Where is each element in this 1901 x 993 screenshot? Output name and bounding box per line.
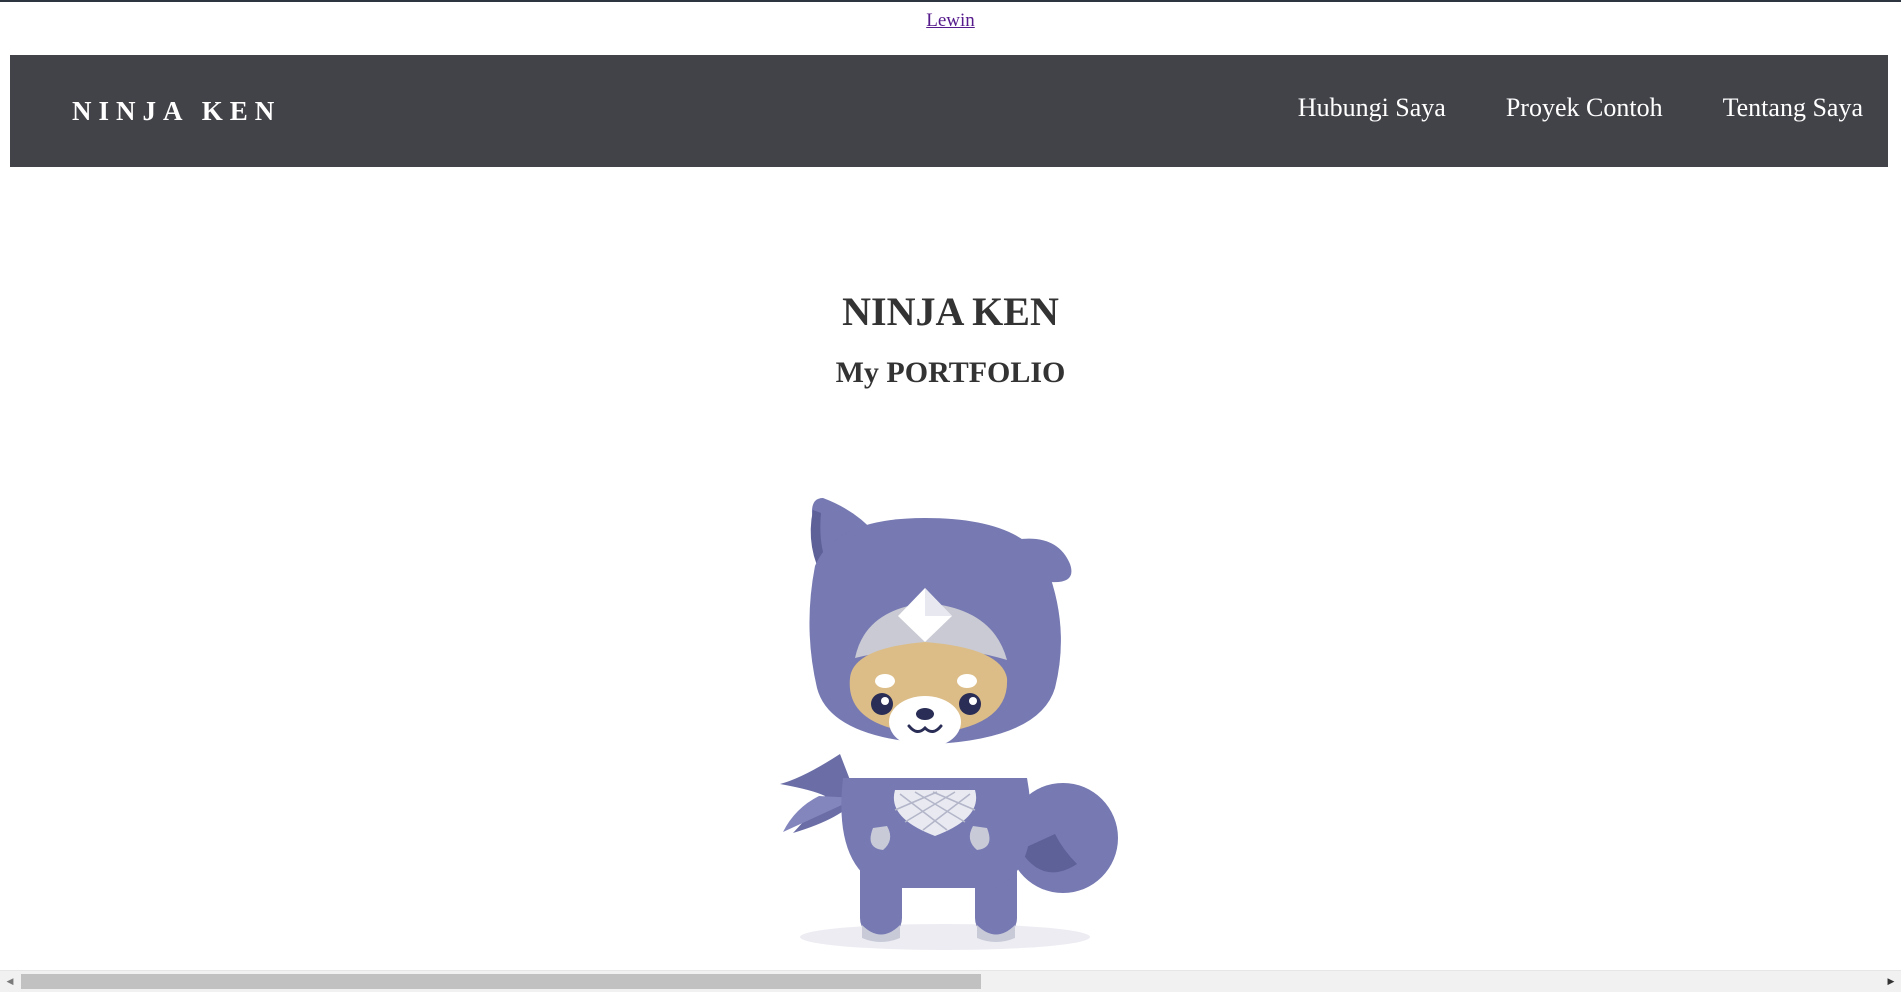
nav-item-hubungi-saya[interactable]: Hubungi Saya bbox=[1298, 93, 1446, 123]
hero-title: NINJA KEN bbox=[842, 289, 1059, 334]
ninja-dog-mascot-icon bbox=[780, 498, 1118, 950]
lewin-link[interactable]: Lewin bbox=[926, 10, 975, 31]
nav-item-proyek-contoh[interactable]: Proyek Contoh bbox=[1506, 93, 1663, 123]
scrollbar-thumb[interactable] bbox=[21, 974, 981, 989]
nav-item-tentang-saya[interactable]: Tentang Saya bbox=[1723, 93, 1863, 123]
nav-links: Hubungi Saya Proyek Contoh Tentang Saya bbox=[1298, 93, 1863, 123]
scroll-left-arrow-icon[interactable]: ◀ bbox=[0, 971, 20, 993]
window-top-border bbox=[0, 0, 1901, 2]
mascot-shadow bbox=[800, 924, 1090, 950]
mascot-muzzle bbox=[889, 696, 961, 748]
top-link-container: Lewin bbox=[0, 10, 1901, 32]
hero-subtitle: My PORTFOLIO bbox=[835, 356, 1066, 389]
navbar: NINJA KEN Hubungi Saya Proyek Contoh Ten… bbox=[10, 55, 1888, 167]
scroll-right-arrow-icon[interactable]: ▶ bbox=[1881, 971, 1901, 993]
horizontal-scrollbar[interactable]: ◀ ▶ bbox=[0, 970, 1901, 992]
hero-section: NINJA KEN My PORTFOLIO bbox=[0, 290, 1901, 390]
brand-logo[interactable]: NINJA KEN bbox=[72, 97, 281, 125]
